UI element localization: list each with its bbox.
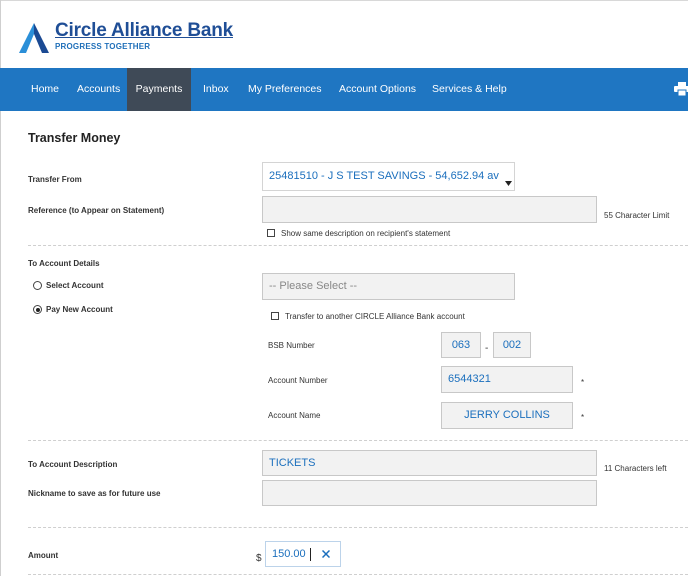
- nav-my-preferences[interactable]: My Preferences: [239, 68, 331, 111]
- nickname-label: Nickname to save as for future use: [28, 489, 161, 498]
- select-account-label: Select Account: [46, 281, 104, 290]
- nav-account-options[interactable]: Account Options: [330, 68, 425, 111]
- nav-inbox[interactable]: Inbox: [194, 68, 238, 111]
- bsb-part1-input[interactable]: 063: [441, 332, 481, 358]
- amount-label: Amount: [28, 551, 59, 560]
- section-divider: [28, 574, 688, 575]
- bank-name-link[interactable]: Circle Alliance Bank: [55, 20, 233, 42]
- bsb-part2-input[interactable]: 002: [493, 332, 531, 358]
- clear-x-icon[interactable]: [322, 550, 330, 558]
- reference-input[interactable]: [262, 196, 597, 223]
- account-number-required-mark: *: [581, 378, 585, 387]
- section-divider: [28, 527, 688, 528]
- reference-limit-note: 55 Character Limit: [604, 211, 670, 220]
- account-name-input[interactable]: JERRY COLLINS: [441, 402, 573, 429]
- dropdown-arrow-icon[interactable]: [505, 181, 512, 186]
- amount-value: 150.00: [272, 548, 306, 560]
- characters-left-note: 11 Characters left: [604, 464, 667, 473]
- reference-label: Reference (to Appear on Statement): [28, 206, 165, 215]
- bsb-number-label: BSB Number: [268, 341, 315, 350]
- account-name-required-mark: *: [581, 413, 585, 422]
- bank-logo-icon[interactable]: [18, 22, 50, 54]
- currency-symbol: $: [256, 553, 262, 564]
- nav-home[interactable]: Home: [22, 68, 68, 111]
- nickname-input[interactable]: [262, 480, 597, 506]
- transfer-from-select[interactable]: 25481510 - J S TEST SAVINGS - 54,652.94 …: [262, 162, 515, 191]
- transfer-from-value: 25481510 - J S TEST SAVINGS - 54,652.94 …: [269, 170, 499, 182]
- select-account-dropdown[interactable]: -- Please Select --: [262, 273, 515, 300]
- nav-accounts[interactable]: Accounts: [68, 68, 129, 111]
- to-account-description-label: To Account Description: [28, 460, 118, 469]
- to-account-description-input[interactable]: TICKETS: [262, 450, 597, 476]
- account-name-label: Account Name: [268, 411, 321, 420]
- section-divider: [28, 245, 688, 246]
- window-top-border: [0, 0, 688, 1]
- account-number-input[interactable]: 6544321: [441, 366, 573, 393]
- show-description-checkbox[interactable]: [267, 229, 275, 237]
- transfer-from-label: Transfer From: [28, 175, 82, 184]
- page-title: Transfer Money: [28, 131, 121, 145]
- section-divider: [28, 440, 688, 441]
- printer-icon[interactable]: [674, 82, 688, 96]
- show-description-label: Show same description on recipient's sta…: [281, 229, 451, 238]
- pay-new-account-label: Pay New Account: [46, 305, 113, 314]
- main-nav: Home Accounts Payments Inbox My Preferen…: [0, 68, 688, 111]
- to-account-details-label: To Account Details: [28, 259, 100, 268]
- nav-services-help[interactable]: Services & Help: [423, 68, 516, 111]
- transfer-circle-checkbox[interactable]: [271, 312, 279, 320]
- text-cursor: [309, 547, 311, 561]
- account-number-label: Account Number: [268, 376, 328, 385]
- pay-new-account-radio[interactable]: [33, 305, 42, 314]
- bank-tagline: PROGRESS TOGETHER: [55, 42, 151, 51]
- select-account-radio[interactable]: [33, 281, 42, 290]
- nav-payments[interactable]: Payments: [127, 68, 191, 111]
- bsb-separator: -: [485, 343, 489, 354]
- transfer-circle-label: Transfer to another CIRCLE Alliance Bank…: [285, 312, 465, 321]
